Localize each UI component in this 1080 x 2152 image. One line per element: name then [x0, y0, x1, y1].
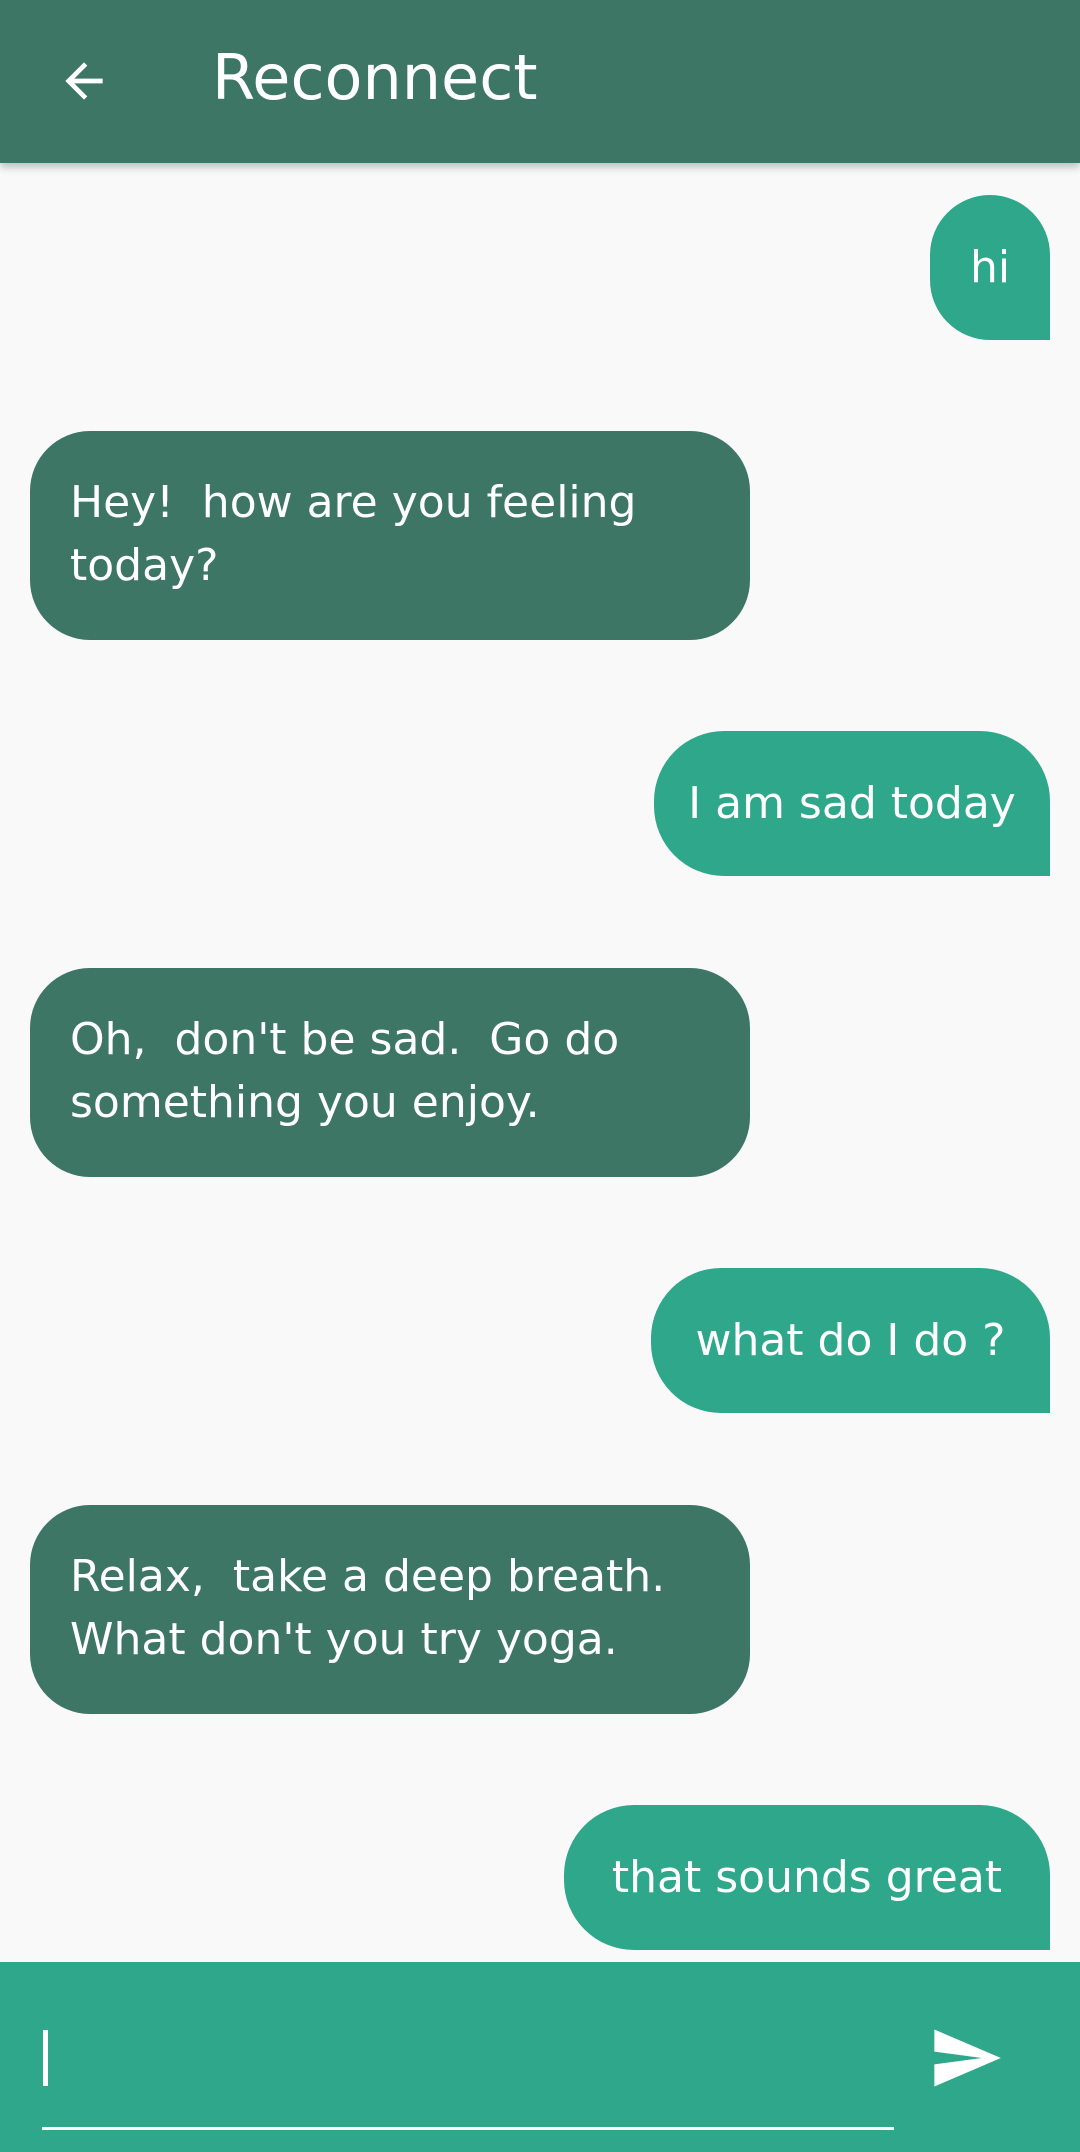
text-caret	[43, 2030, 48, 2086]
user-message: what do I do ?	[651, 1268, 1050, 1413]
app-bar: Reconnect	[0, 0, 1080, 163]
send-icon	[934, 2029, 1001, 2087]
user-message: that sounds great	[564, 1805, 1050, 1950]
arrow-left-icon	[65, 62, 103, 100]
user-message: I am sad today	[654, 731, 1050, 876]
bot-message: Oh, don't be sad. Go do something you en…	[30, 968, 750, 1177]
chat-list[interactable]: hi Hey! how are you feeling today? I am …	[0, 163, 1080, 1962]
bot-message: Hey! how are you feeling today?	[30, 431, 750, 640]
send-button[interactable]	[928, 2020, 1004, 2096]
bot-message: Relax, take a deep breath. What don't yo…	[30, 1505, 750, 1714]
user-message: hi	[930, 195, 1050, 340]
page-title: Reconnect	[212, 41, 538, 114]
message-input[interactable]	[42, 2006, 894, 2130]
back-button[interactable]	[44, 36, 124, 126]
